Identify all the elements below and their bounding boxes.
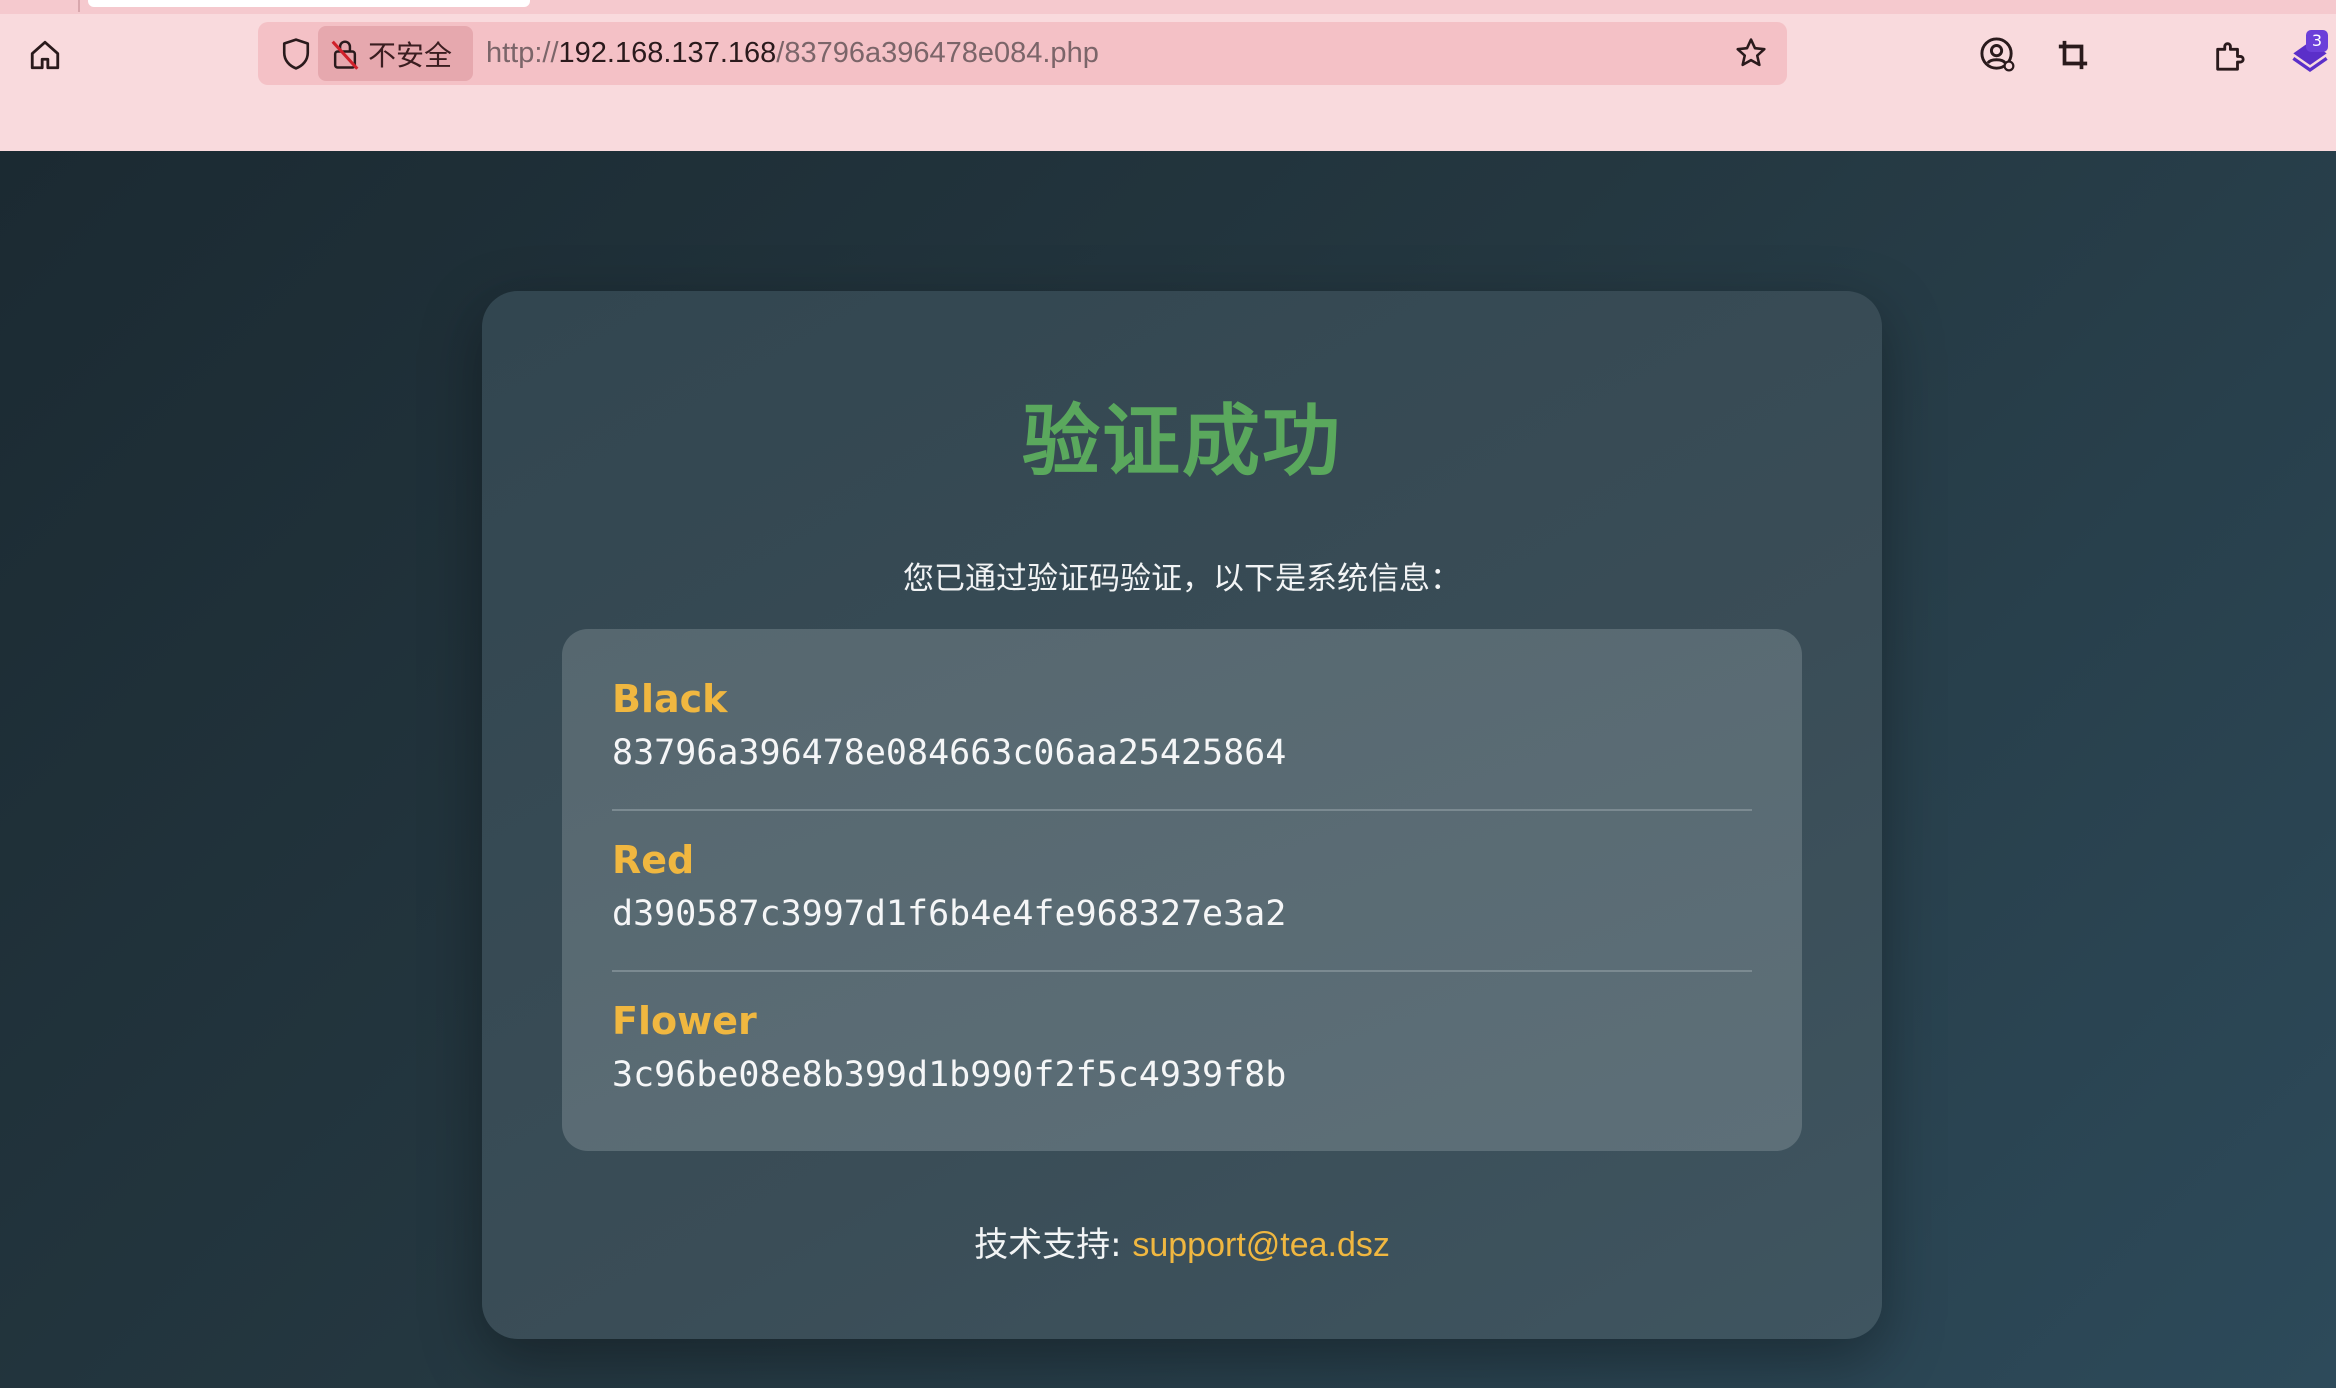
extensions-button[interactable] [2205,31,2253,79]
page-background: 验证成功 您已通过验证码验证，以下是系统信息： Black 83796a3964… [0,151,2336,1388]
info-item-black: Black 83796a396478e084663c06aa25425864 [612,629,1752,790]
home-button[interactable] [21,31,69,79]
star-icon [1736,38,1766,67]
info-item-red: Red d390587c3997d1f6b4e4fe968327e3a2 [612,790,1752,951]
browser-toolbar: 不安全 http://192.168.137.168/83796a396478e… [0,0,2336,151]
info-item-value: 3c96be08e8b399d1b990f2f5c4939f8b [612,1055,1287,1095]
active-tab[interactable] [88,0,530,7]
extension-app-button[interactable]: 3 [2284,28,2336,82]
security-label: 不安全 [368,38,453,72]
tracking-protection-button[interactable] [272,30,320,78]
support-label: 技术支持: [974,1225,1133,1265]
shield-icon [282,38,310,70]
support-line: 技术支持: support@tea.dsz [482,1217,1882,1266]
insecure-lock-icon [331,40,359,70]
address-bar[interactable]: 不安全 http://192.168.137.168/83796a396478e… [258,22,1787,85]
info-item-name: Flower [612,999,757,1043]
bookmark-button[interactable] [1727,29,1775,77]
support-email-link[interactable]: support@tea.dsz [1132,1226,1390,1264]
page-title: 验证成功 [1021,397,1342,487]
info-item-value: d390587c3997d1f6b4e4fe968327e3a2 [612,894,1287,934]
url-text[interactable]: http://192.168.137.168/83796a396478e084.… [486,22,1099,85]
info-item-name: Black [612,677,728,721]
result-card: 验证成功 您已通过验证码验证，以下是系统信息： Black 83796a3964… [482,291,1882,1339]
home-icon [30,40,60,70]
extension-badge: 3 [2306,30,2328,52]
info-item-value: 83796a396478e084663c06aa25425864 [612,733,1287,773]
tab-separator [78,0,80,12]
url-host: 192.168.137.168 [558,37,777,69]
system-info-panel: Black 83796a396478e084663c06aa25425864 R… [562,629,1802,1151]
info-item-flower: Flower 3c96be08e8b399d1b990f2f5c4939f8b [612,951,1752,1112]
info-item-name: Red [612,838,695,882]
crop-icon [2058,40,2088,70]
page-subtitle: 您已通过验证码验证，以下是系统信息： [903,561,1461,597]
url-scheme: http:// [486,37,559,69]
account-button[interactable] [1974,31,2022,79]
puzzle-icon [2216,42,2245,71]
url-path: /83796a396478e084.php [776,37,1099,69]
screenshot-button[interactable] [2049,31,2097,79]
account-icon [1980,37,2015,72]
site-security-indicator[interactable]: 不安全 [318,26,473,81]
